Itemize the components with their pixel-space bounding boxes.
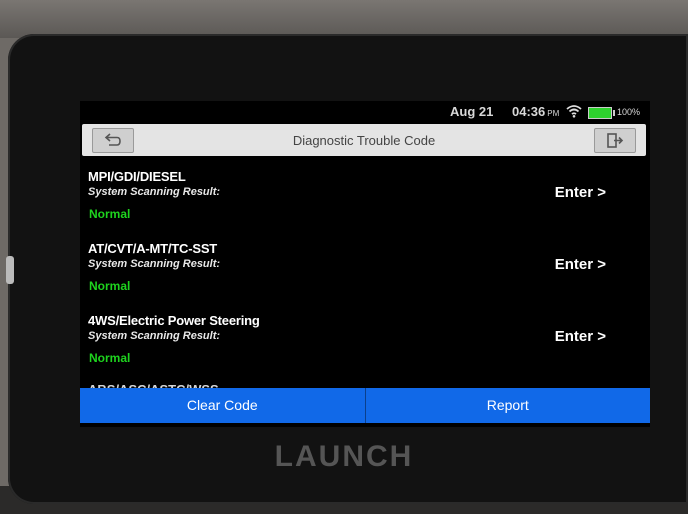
system-name: MPI/GDI/DIESEL (88, 169, 186, 184)
system-item: AT/CVT/A-MT/TC-SST System Scanning Resul… (88, 241, 643, 311)
battery-percent: 100% (617, 107, 641, 117)
enter-button[interactable]: Enter > (555, 328, 606, 345)
system-status: Normal (89, 351, 131, 365)
background-surface (0, 0, 688, 38)
system-scan-label: System Scanning Result: (88, 258, 221, 270)
battery-icon (588, 107, 615, 119)
action-bar: Clear Code Report (80, 388, 650, 423)
system-list: MPI/GDI/DIESEL System Scanning Result: N… (80, 159, 650, 389)
status-ampm: PM (547, 109, 560, 118)
page-title: Diagnostic Trouble Code (292, 133, 436, 148)
status-time: 04:36 PM (512, 104, 559, 119)
exit-icon (607, 133, 624, 148)
status-time-value: 04:36 (512, 104, 546, 119)
device-side-button[interactable] (6, 256, 14, 284)
system-scan-label: System Scanning Result: (88, 330, 221, 342)
system-scan-label: System Scanning Result: (88, 186, 221, 198)
clear-code-button[interactable]: Clear Code (80, 388, 365, 423)
system-item: 4WS/Electric Power Steering System Scann… (88, 313, 643, 383)
enter-button[interactable]: Enter > (555, 256, 606, 273)
system-name: 4WS/Electric Power Steering (88, 313, 260, 328)
status-bar: Aug 21 04:36 PM 100% (80, 101, 650, 123)
title-bar: Diagnostic Trouble Code (82, 124, 646, 156)
enter-button[interactable]: Enter > (555, 184, 606, 201)
system-name: AT/CVT/A-MT/TC-SST (88, 241, 218, 256)
system-status: Normal (89, 207, 131, 221)
exit-button[interactable] (594, 128, 636, 153)
status-date: Aug 21 (450, 104, 494, 119)
report-button[interactable]: Report (366, 388, 651, 423)
wifi-icon (566, 105, 582, 118)
system-status: Normal (89, 279, 131, 293)
system-item: MPI/GDI/DIESEL System Scanning Result: N… (88, 169, 643, 239)
brand-logo: LAUNCH (274, 440, 414, 473)
device-screen: Aug 21 04:36 PM 100% Diagnostic Trouble C… (80, 101, 650, 427)
